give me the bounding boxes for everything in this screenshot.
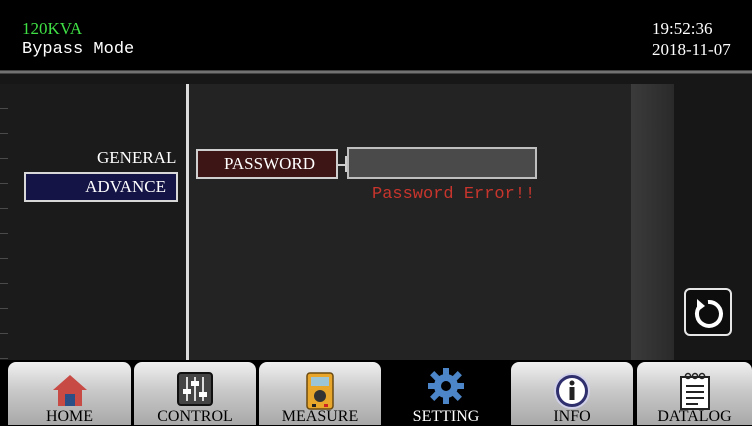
- status-header: 120KVA Bypass Mode 19:52:36 2018-11-07: [0, 0, 752, 70]
- gear-icon: [428, 368, 464, 404]
- menu-item-general[interactable]: GENERAL: [97, 148, 176, 168]
- house-icon: [52, 375, 87, 406]
- tab-home[interactable]: HOME: [8, 362, 131, 425]
- menu-ruler: [0, 84, 8, 360]
- tab-control-label: CONTROL: [157, 408, 233, 425]
- tab-measure-label: MEASURE: [281, 408, 359, 425]
- settings-menu: [0, 84, 188, 360]
- tab-setting-label: SETTING: [412, 408, 480, 425]
- tab-home-label: HOME: [45, 408, 94, 425]
- tab-datalog[interactable]: DATALOG: [637, 362, 752, 425]
- notepad-icon: [679, 372, 710, 410]
- tab-control[interactable]: CONTROL: [134, 362, 256, 425]
- password-error: Password Error!!: [372, 185, 536, 204]
- back-button[interactable]: [684, 288, 732, 336]
- settings-panel: [0, 74, 752, 360]
- tab-info-label: INFO: [553, 408, 591, 425]
- info-icon: [554, 373, 590, 409]
- multimeter-icon: [306, 372, 334, 410]
- tab-info[interactable]: INFO: [511, 362, 633, 425]
- tab-setting[interactable]: SETTING: [385, 362, 507, 425]
- date-label: 2018-11-07: [652, 40, 731, 59]
- mode-label: Bypass Mode: [22, 40, 135, 59]
- refresh-back-icon: [694, 299, 723, 328]
- settings-content: [189, 84, 631, 360]
- time-label: 19:52:36: [652, 19, 713, 38]
- sliders-icon: [177, 372, 213, 406]
- password-label: PASSWORD: [196, 149, 338, 179]
- menu-item-advance[interactable]: ADVANCE: [24, 172, 178, 202]
- bottom-nav: HOME CONTROL MEASURE SETTING INFO DATALO…: [0, 360, 752, 425]
- password-input[interactable]: [347, 147, 537, 179]
- tab-measure[interactable]: MEASURE: [259, 362, 381, 425]
- content-scroll-strip: [631, 84, 674, 360]
- tab-datalog-label: DATALOG: [657, 408, 732, 425]
- model-label: 120KVA: [22, 19, 83, 38]
